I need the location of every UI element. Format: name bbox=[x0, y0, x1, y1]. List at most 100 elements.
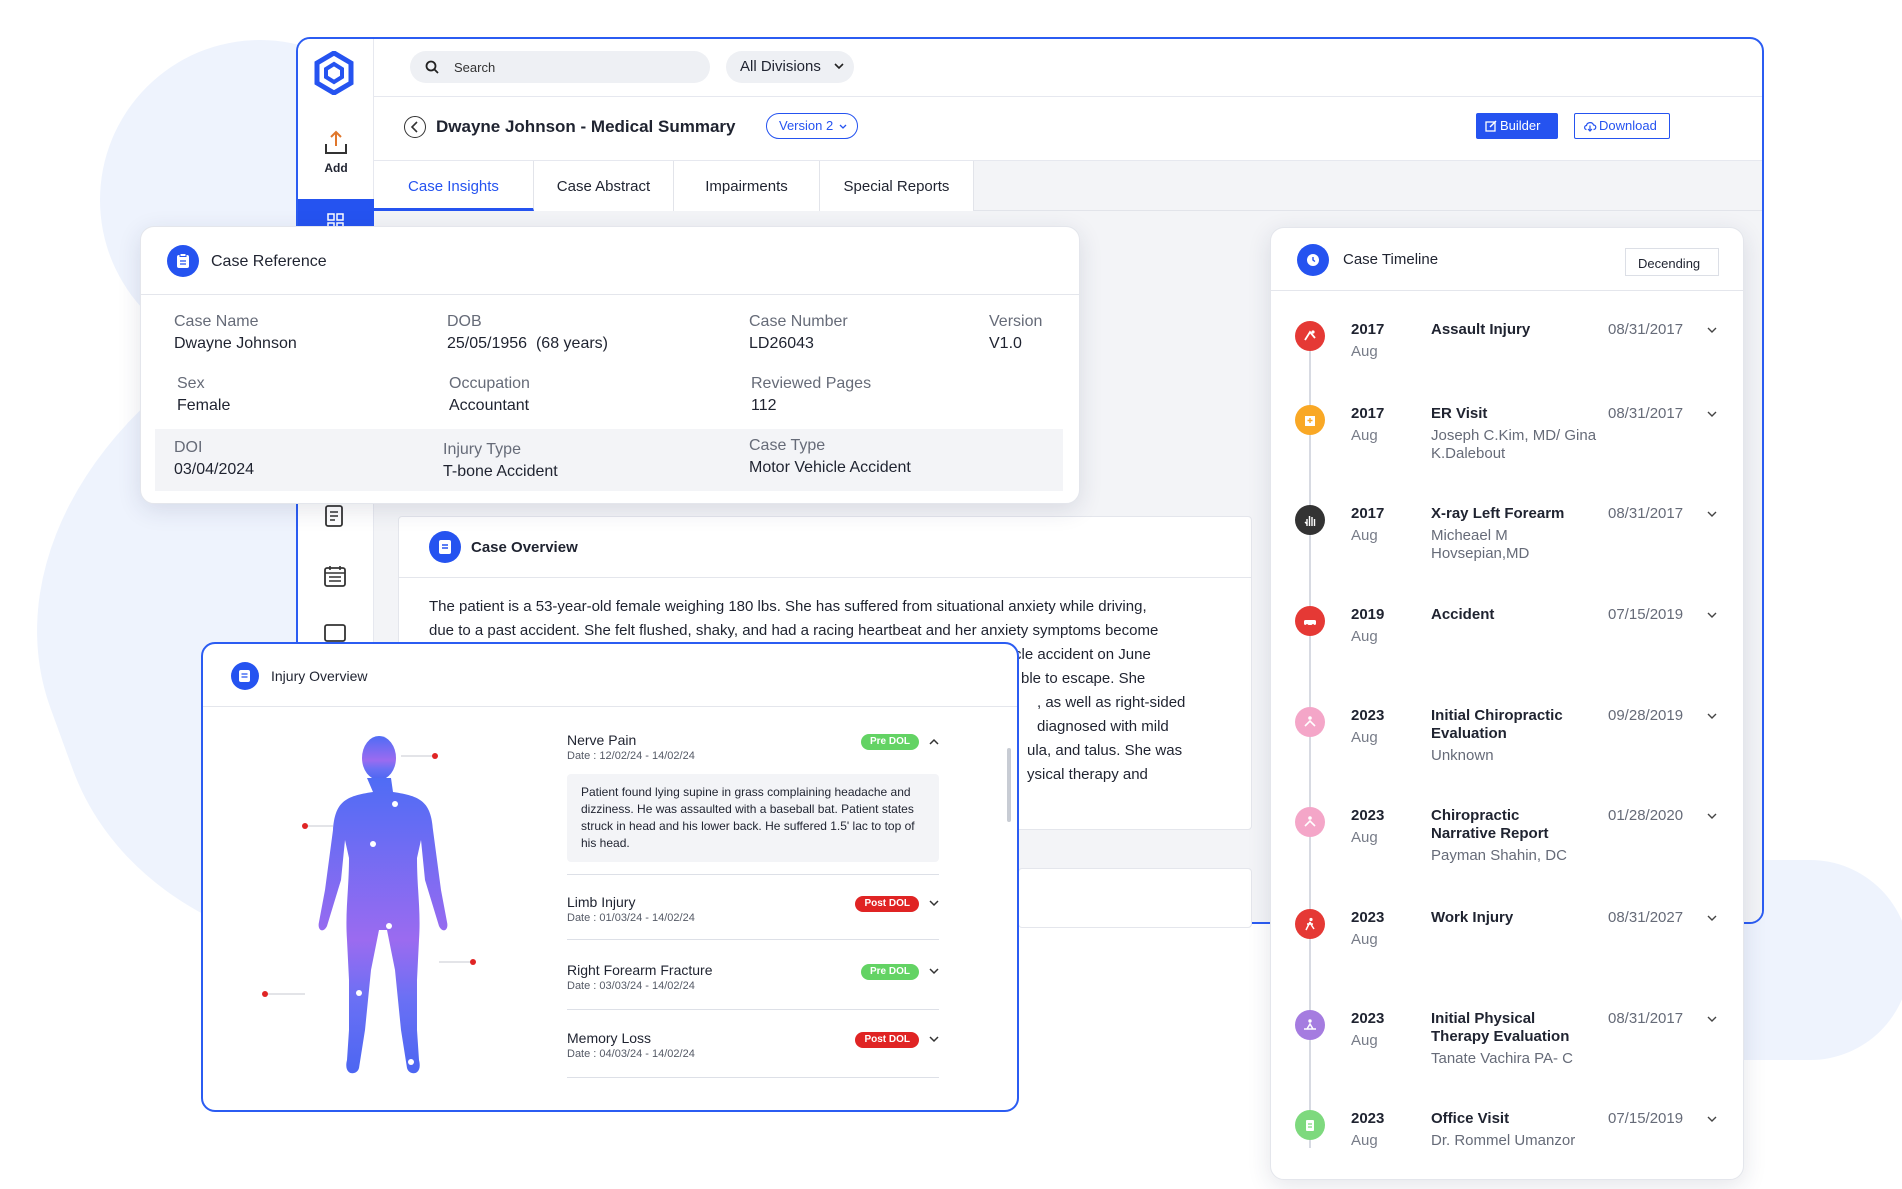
timeline-provider: Payman Shahin, DC bbox=[1431, 847, 1567, 864]
division-select[interactable]: All Divisions bbox=[726, 51, 854, 83]
timeline-month: Aug bbox=[1351, 829, 1378, 846]
field-value: Female bbox=[177, 397, 231, 414]
field-label: Occupation bbox=[449, 375, 530, 392]
timeline-item[interactable]: 2023 Aug Office Visit Dr. Rommel Umanzor 07/… bbox=[1271, 1110, 1743, 1189]
case-timeline-title: Case Timeline bbox=[1343, 251, 1439, 268]
collapsed-card bbox=[1018, 868, 1252, 928]
timeline-year: 2017 bbox=[1351, 321, 1385, 338]
timeline-item[interactable]: 2023 Aug Initial Chiropractic Evaluation Un… bbox=[1271, 707, 1743, 803]
chevron-down-icon[interactable] bbox=[1707, 411, 1717, 418]
overview-line: diagnosed with mild bbox=[1037, 718, 1169, 735]
field-label: DOI bbox=[174, 439, 203, 456]
field-value: T-bone Accident bbox=[443, 463, 558, 480]
chevron-down-icon[interactable] bbox=[1707, 813, 1717, 820]
injury-item[interactable]: Nerve Pain Date : 12/02/24 - 14/02/24 Pr… bbox=[567, 732, 939, 875]
timeline-title: Initial Chiropractic Evaluation bbox=[1431, 707, 1563, 742]
tab-case-insights[interactable]: Case Insights bbox=[374, 161, 534, 211]
field-reviewed-pages: Reviewed Pages 112 bbox=[751, 375, 871, 415]
chevron-down-icon[interactable] bbox=[929, 968, 939, 975]
tab-impairments[interactable]: Impairments bbox=[674, 161, 820, 211]
top-bar: All Divisions bbox=[374, 39, 1762, 97]
chevron-down-icon bbox=[839, 124, 847, 129]
assault-icon bbox=[1295, 321, 1325, 351]
timeline-provider: Micheael M Hovsepian,MD bbox=[1431, 527, 1530, 562]
timeline-month: Aug bbox=[1351, 1032, 1378, 1049]
field-injury-type: Injury Type T-bone Accident bbox=[443, 441, 558, 481]
overview-line: The patient is a 53-year-old female weig… bbox=[429, 598, 1147, 615]
document-icon bbox=[429, 531, 461, 563]
field-label: Case Number bbox=[749, 313, 848, 330]
chevron-down-icon[interactable] bbox=[1707, 327, 1717, 334]
timeline-date: 08/31/2017 bbox=[1608, 505, 1684, 522]
hospital-icon bbox=[1295, 405, 1325, 435]
chevron-down-icon[interactable] bbox=[929, 900, 939, 907]
upload-icon bbox=[325, 130, 347, 154]
injury-date: Date : 03/03/24 - 14/02/24 bbox=[567, 980, 695, 992]
overview-line: ble to escape. She bbox=[1021, 670, 1146, 687]
tab-case-abstract[interactable]: Case Abstract bbox=[534, 161, 674, 211]
injury-item[interactable]: Right Forearm Fracture Date : 03/03/24 -… bbox=[567, 962, 939, 1010]
physical-therapy-icon bbox=[1295, 1010, 1325, 1040]
injury-date: Date : 12/02/24 - 14/02/24 bbox=[567, 750, 695, 762]
add-button[interactable]: Add bbox=[298, 129, 374, 175]
chevron-down-icon[interactable] bbox=[1707, 713, 1717, 720]
field-label: Version bbox=[989, 313, 1043, 330]
timeline-title: X-ray Left Forearm bbox=[1431, 505, 1565, 522]
field-occupation: Occupation Accountant bbox=[449, 375, 530, 415]
timeline-month: Aug bbox=[1351, 1132, 1378, 1149]
chevron-down-icon[interactable] bbox=[1707, 915, 1717, 922]
injury-item[interactable]: Memory Loss Date : 04/03/24 - 14/02/24 P… bbox=[567, 1030, 939, 1078]
chevron-down-icon[interactable] bbox=[929, 1036, 939, 1043]
timeline-date: 09/28/2019 bbox=[1608, 707, 1684, 724]
timeline-year: 2023 bbox=[1351, 707, 1385, 724]
field-case-number: Case Number LD26043 bbox=[749, 313, 848, 353]
logo-icon[interactable] bbox=[314, 50, 354, 96]
download-label: Download bbox=[1599, 118, 1657, 133]
timeline-item[interactable]: 2023 Aug Initial Physical Therapy Evaluati… bbox=[1271, 1010, 1743, 1106]
field-value: 25/05/1956 (68 years) bbox=[447, 335, 608, 352]
page-title: Dwayne Johnson - Medical Summary bbox=[436, 117, 736, 136]
sort-button[interactable]: Decending bbox=[1625, 248, 1719, 276]
chevron-down-icon[interactable] bbox=[1707, 511, 1717, 518]
version-select[interactable]: Version 2 bbox=[766, 113, 858, 139]
search-input[interactable] bbox=[454, 58, 694, 76]
timeline-item[interactable]: 2019 Aug Accident 07/15/2019 bbox=[1271, 606, 1743, 702]
field-label: Case Type bbox=[749, 437, 826, 454]
injury-item[interactable]: Limb Injury Date : 01/03/24 - 14/02/24 P… bbox=[567, 894, 939, 940]
timeline-year: 2017 bbox=[1351, 405, 1385, 422]
edit-icon bbox=[1485, 120, 1497, 132]
chevron-down-icon[interactable] bbox=[1707, 1116, 1717, 1123]
status-badge: Post DOL bbox=[855, 896, 919, 912]
chevron-down-icon bbox=[834, 63, 844, 70]
injury-date: Date : 04/03/24 - 14/02/24 bbox=[567, 1048, 695, 1060]
timeline-item[interactable]: 2023 Aug Chiropractic Narrative Report Paym… bbox=[1271, 807, 1743, 903]
injury-markers bbox=[302, 753, 476, 965]
timeline-item[interactable]: 2023 Aug Work Injury 08/31/2027 bbox=[1271, 909, 1743, 1005]
chevron-down-icon[interactable] bbox=[1707, 612, 1717, 619]
clock-icon bbox=[1297, 244, 1329, 276]
timeline-year: 2023 bbox=[1351, 807, 1385, 824]
tab-special-reports[interactable]: Special Reports bbox=[820, 161, 974, 211]
back-button[interactable] bbox=[404, 116, 426, 138]
timeline-item[interactable]: 2017 Aug ER Visit Joseph C.Kim, MD/ Gina K.… bbox=[1271, 405, 1743, 501]
overview-line: ysical therapy and bbox=[1027, 766, 1148, 783]
timeline-month: Aug bbox=[1351, 931, 1378, 948]
calendar-icon[interactable] bbox=[322, 563, 348, 589]
timeline-item[interactable]: 2017 Aug X-ray Left Forearm Micheael M Hovs… bbox=[1271, 505, 1743, 601]
notes-icon[interactable] bbox=[322, 503, 348, 529]
case-timeline-card: Case Timeline Decending 2017 Aug Assault I… bbox=[1270, 227, 1744, 1180]
builder-button[interactable]: Builder bbox=[1476, 113, 1558, 139]
search-box[interactable] bbox=[410, 51, 710, 83]
timeline-item[interactable]: 2017 Aug Assault Injury 08/31/2017 bbox=[1271, 321, 1743, 417]
division-select-value: All Divisions bbox=[740, 58, 821, 75]
search-icon bbox=[425, 60, 439, 74]
chevron-up-icon[interactable] bbox=[929, 738, 939, 745]
chevron-down-icon[interactable] bbox=[1707, 1016, 1717, 1023]
overview-line: due to a past accident. She felt flushed… bbox=[429, 622, 1159, 639]
download-button[interactable]: Download bbox=[1574, 113, 1670, 139]
timeline-year: 2023 bbox=[1351, 1110, 1385, 1127]
field-label: Reviewed Pages bbox=[751, 375, 872, 392]
injury-overview-title: Injury Overview bbox=[271, 668, 368, 684]
scrollbar[interactable] bbox=[1007, 748, 1011, 822]
divider bbox=[399, 577, 1251, 578]
